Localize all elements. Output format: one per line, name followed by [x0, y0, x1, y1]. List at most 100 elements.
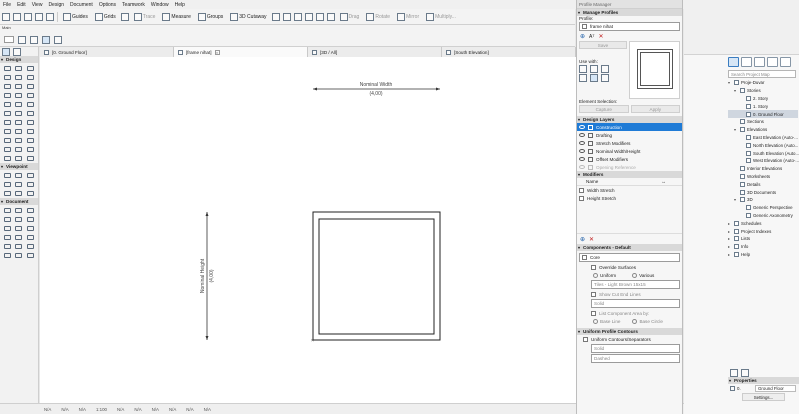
eye-icon[interactable]: [579, 133, 585, 137]
status-na-7[interactable]: N/A: [169, 407, 176, 412]
project-map-item[interactable]: Sections: [728, 118, 798, 126]
accessory-tool-icon[interactable]: [25, 127, 35, 135]
zone-tool-icon[interactable]: [2, 100, 12, 108]
wall-end-tool-icon[interactable]: [2, 118, 12, 126]
lamp-tool-icon[interactable]: [25, 100, 35, 108]
uniform-radio[interactable]: [593, 272, 598, 278]
show-cut-end-lines-row[interactable]: Show Cut End Lines: [577, 290, 682, 298]
project-map-item[interactable]: ▸ Help: [728, 251, 798, 259]
angle-dimension-tool-icon[interactable]: [14, 242, 24, 250]
change-tool-icon[interactable]: [25, 180, 35, 188]
close-icon[interactable]: ×: [214, 49, 220, 55]
section-tool-icon[interactable]: [2, 171, 12, 179]
roof-tool-icon[interactable]: [14, 73, 24, 81]
status-na-3[interactable]: N/A: [79, 407, 86, 412]
new-view-icon[interactable]: [730, 368, 738, 377]
navigator-menu-icon[interactable]: [780, 57, 791, 67]
adjust-tool-icon[interactable]: [2, 154, 12, 162]
project-map-item[interactable]: ▸ Info: [728, 243, 798, 251]
expand-arrow-icon[interactable]: ▸: [728, 252, 732, 257]
change-marker-tool-icon[interactable]: [14, 251, 24, 259]
contour-line-select[interactable]: Solid: [591, 344, 680, 353]
arc-tool-icon[interactable]: [2, 224, 12, 232]
property-value-field[interactable]: Ground Floor: [755, 385, 796, 392]
apply-button[interactable]: Apply: [630, 105, 680, 113]
project-map-item[interactable]: ▸ Lists: [728, 235, 798, 243]
override-surfaces-row[interactable]: Override Surfaces: [577, 263, 682, 271]
grid-element-tool-icon[interactable]: [2, 251, 12, 259]
project-map-item[interactable]: 1. Story: [728, 102, 798, 110]
expand-arrow-icon[interactable]: ▸: [728, 244, 732, 249]
expand-arrow-icon[interactable]: ▸: [728, 236, 732, 241]
eye-icon[interactable]: [579, 165, 585, 169]
sun-tool-icon[interactable]: [25, 189, 35, 197]
layer-drafting[interactable]: Drafting: [577, 131, 682, 139]
explode-tool-icon[interactable]: [25, 154, 35, 162]
scale-readout[interactable]: 1:100: [96, 407, 107, 412]
figure-tool-icon[interactable]: [25, 233, 35, 241]
delete-profile-icon[interactable]: ✕: [599, 33, 604, 40]
interior-elevation-tool-icon[interactable]: [25, 171, 35, 179]
toolbox-document-header[interactable]: Document: [0, 198, 38, 205]
cut-line-select[interactable]: Solid: [591, 299, 680, 308]
project-map-item[interactable]: 3D Documents: [728, 188, 798, 196]
status-na-6[interactable]: N/A: [152, 407, 159, 412]
properties-header[interactable]: Properties: [728, 377, 799, 384]
corner-window-tool-icon[interactable]: [25, 109, 35, 117]
junction-tool-icon[interactable]: [25, 136, 35, 144]
project-map-item[interactable]: ▸ Project Indexes: [728, 227, 798, 235]
menu-design[interactable]: Design: [48, 2, 64, 8]
opening-tool-icon[interactable]: [14, 118, 24, 126]
hotspot-tool-icon[interactable]: [14, 233, 24, 241]
drag-button[interactable]: Drag: [338, 11, 362, 22]
spline-tool-icon[interactable]: [2, 233, 12, 241]
expand-arrow-icon[interactable]: ▸: [728, 229, 732, 234]
modifiers-header[interactable]: Modifiers: [577, 171, 682, 178]
trace-button[interactable]: Trace: [132, 11, 158, 22]
expand-arrow-icon[interactable]: ▾: [728, 80, 732, 85]
drawing-tool-icon[interactable]: [25, 224, 35, 232]
level-dimension-tool-icon[interactable]: [14, 206, 24, 214]
project-map-item[interactable]: 2. Story: [728, 95, 798, 103]
wall-tool-icon[interactable]: [2, 64, 12, 72]
skylight-tool-icon[interactable]: [2, 109, 12, 117]
add-modifier-icon[interactable]: ⊕: [580, 236, 585, 243]
layer-stretch-modifiers[interactable]: Stretch Modifiers: [577, 139, 682, 147]
display-icon[interactable]: [293, 12, 302, 21]
menu-options[interactable]: Options: [99, 2, 116, 8]
layer-construction[interactable]: Construction: [577, 123, 682, 131]
layout-book-icon[interactable]: [754, 57, 765, 67]
label-tool-icon[interactable]: [2, 215, 12, 223]
undo-icon[interactable]: [35, 12, 43, 21]
show-cut-end-lines-checkbox[interactable]: [591, 291, 596, 297]
components-header[interactable]: Components - Default: [577, 244, 682, 251]
design-layers-header[interactable]: Design Layers: [577, 116, 682, 123]
capture-button[interactable]: Capture: [579, 105, 629, 113]
list-component-area-checkbox[interactable]: [591, 310, 596, 316]
worksheet-tool-icon[interactable]: [2, 180, 12, 188]
marquee-select-icon[interactable]: [13, 48, 21, 56]
truss-tool-icon[interactable]: [14, 136, 24, 144]
offset-tool-icon[interactable]: [14, 145, 24, 153]
expand-arrow-icon[interactable]: ▾: [734, 127, 738, 132]
project-map-item[interactable]: Generic Perspective: [728, 204, 798, 212]
door-tool-icon[interactable]: [14, 82, 24, 90]
redo-icon[interactable]: [46, 12, 54, 21]
project-map-item[interactable]: Interior Elevations: [728, 165, 798, 173]
info-use-icon[interactable]: [601, 74, 609, 82]
project-map-search[interactable]: Search Project Map: [728, 70, 796, 78]
gravity-icon[interactable]: [120, 12, 129, 21]
split-tool-icon[interactable]: [25, 145, 35, 153]
frame-tool-icon[interactable]: [14, 127, 24, 135]
drawing-canvas[interactable]: Nominal Width (4,00) Nominal Height (4,0…: [40, 57, 576, 403]
project-map-item[interactable]: Details: [728, 180, 798, 188]
beam-tool-icon[interactable]: [25, 64, 35, 72]
delete-modifier-icon[interactable]: ✕: [589, 236, 594, 243]
curtain-wall-tool-icon[interactable]: [25, 91, 35, 99]
opening-use-icon[interactable]: [590, 74, 598, 82]
project-map-item[interactable]: ▾ Stories: [728, 87, 798, 95]
marquee-icon[interactable]: [54, 35, 62, 44]
line-tool-icon[interactable]: [25, 215, 35, 223]
uniform-contours-checkbox[interactable]: [583, 336, 588, 342]
marker-icon[interactable]: [304, 12, 313, 21]
